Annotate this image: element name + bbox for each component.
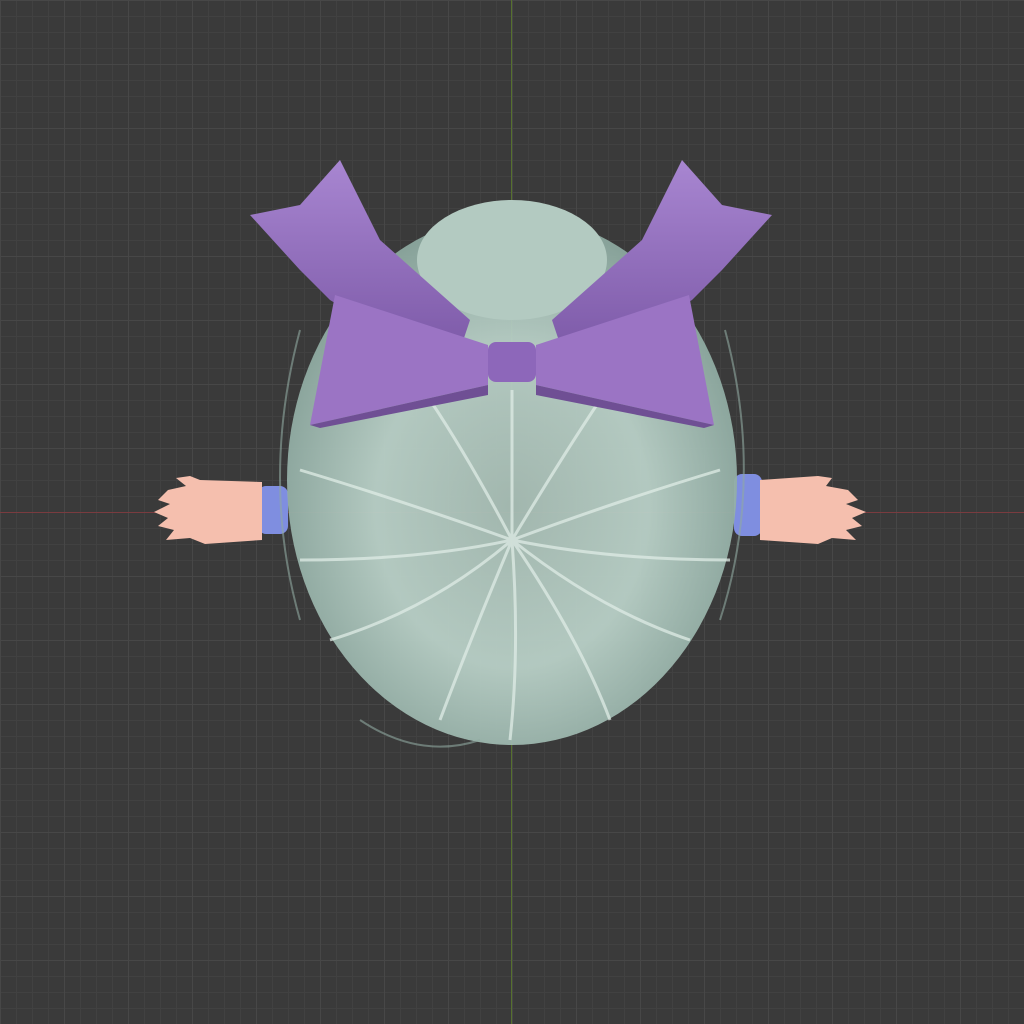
character-model-top-view[interactable] <box>0 0 1024 1024</box>
left-palm <box>154 476 262 544</box>
left-sleeve-cuff <box>258 486 288 534</box>
right-hand <box>734 474 866 544</box>
right-sleeve-cuff <box>734 474 762 536</box>
bow-knot <box>488 342 536 382</box>
right-palm <box>760 476 866 544</box>
3d-viewport[interactable] <box>0 0 1024 1024</box>
left-hand <box>154 476 288 544</box>
